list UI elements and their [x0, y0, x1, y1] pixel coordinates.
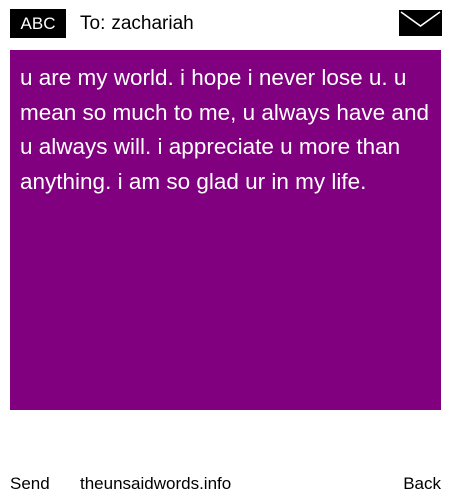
message-text: u are my world. i hope i never lose u. u… — [20, 65, 429, 194]
back-button[interactable]: Back — [403, 472, 441, 496]
to-label: To: — [80, 13, 106, 34]
text-mode-badge: ABC — [10, 9, 66, 38]
recipient-field: To: zachariah — [80, 9, 194, 38]
envelope-icon — [399, 10, 442, 36]
message-panel: u are my world. i hope i never lose u. u… — [10, 50, 441, 410]
send-button[interactable]: Send — [10, 472, 50, 496]
recipient-name: zachariah — [111, 13, 194, 34]
site-link[interactable]: theunsaidwords.info — [80, 472, 231, 496]
